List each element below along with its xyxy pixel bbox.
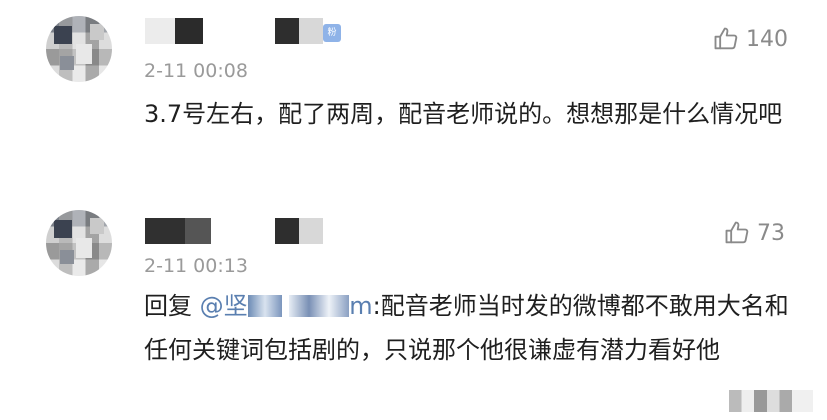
thumbs-up-icon	[725, 221, 749, 244]
comment-text: 回复 @坚 m:配音老师当时发的微博都不敢用大名和任何关键词包括剧的，只说那个他…	[144, 284, 794, 372]
comment-list: 粉 2-11 00:08 140 3.7号左右，配了两周，配音老师说的。想想那是…	[0, 0, 827, 420]
like-button[interactable]: 73	[723, 218, 785, 248]
avatar[interactable]	[46, 210, 112, 276]
fan-badge: 粉	[323, 24, 341, 42]
like-button[interactable]: 140	[712, 24, 788, 54]
like-count: 73	[757, 220, 785, 246]
watermark-blur	[729, 390, 813, 412]
comment-item: 粉 2-11 00:08 140 3.7号左右，配了两周，配音老师说的。想想那是…	[0, 0, 827, 198]
username-blurred[interactable]	[145, 218, 345, 244]
reply-prefix: 回复	[144, 292, 192, 320]
comment-timestamp: 2-11 00:08	[144, 60, 248, 82]
comment-text: 3.7号左右，配了两周，配音老师说的。想想那是什么情况吧	[144, 100, 783, 128]
comment-timestamp: 2-11 00:13	[144, 255, 248, 277]
like-count: 140	[746, 26, 788, 52]
thumbs-up-icon	[714, 27, 738, 50]
username-blurred[interactable]: 粉	[145, 18, 345, 44]
mention-link[interactable]: @坚 m	[200, 292, 373, 320]
comment-item: 2-11 00:13 73 回复 @坚 m:配音老师当时发的微博都不敢用大名和任…	[0, 198, 827, 420]
avatar[interactable]	[46, 16, 112, 82]
